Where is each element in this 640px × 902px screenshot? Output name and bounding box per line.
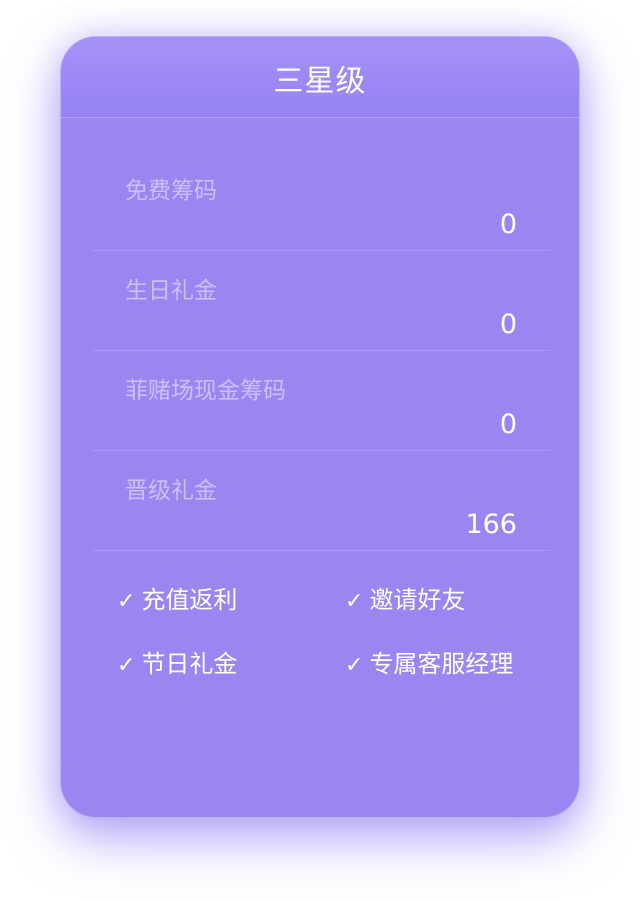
benefit-label: 专属客服经理 bbox=[369, 650, 514, 678]
reward-row-upgrade-bonus: 晋级礼金 166 bbox=[92, 451, 550, 551]
reward-label: 免费筹码 bbox=[125, 178, 217, 204]
vip-level-card: 三星级 免费筹码 0 生日礼金 0 菲赌场现金筹码 0 晋级礼金 166 ✓ 充值… bbox=[60, 36, 580, 818]
benefit-recharge-rebate: ✓ 充值返利 bbox=[117, 580, 237, 615]
reward-value: 0 bbox=[499, 209, 517, 240]
benefit-label: 邀请好友 bbox=[369, 586, 466, 614]
benefit-holiday-bonus: ✓ 节日礼金 bbox=[117, 644, 237, 679]
reward-row-birthday-bonus: 生日礼金 0 bbox=[92, 251, 550, 351]
reward-label: 菲赌场现金筹码 bbox=[125, 378, 286, 404]
reward-label: 生日礼金 bbox=[125, 278, 217, 304]
check-icon: ✓ bbox=[117, 589, 136, 614]
card-header: 三星级 bbox=[61, 37, 579, 118]
reward-value: 0 bbox=[499, 409, 517, 440]
reward-row-free-chips: 免费筹码 0 bbox=[92, 151, 550, 251]
level-title: 三星级 bbox=[273, 64, 367, 99]
reward-row-casino-cash-chips: 菲赌场现金筹码 0 bbox=[92, 351, 550, 451]
reward-value: 0 bbox=[499, 309, 517, 340]
benefit-dedicated-manager: ✓ 专属客服经理 bbox=[345, 644, 513, 679]
check-icon: ✓ bbox=[345, 653, 364, 678]
reward-list: 免费筹码 0 生日礼金 0 菲赌场现金筹码 0 晋级礼金 166 bbox=[92, 151, 550, 551]
benefit-invite-friends: ✓ 邀请好友 bbox=[345, 580, 465, 615]
reward-value: 166 bbox=[465, 509, 517, 540]
benefit-label: 节日礼金 bbox=[141, 650, 238, 678]
check-icon: ✓ bbox=[117, 653, 136, 678]
reward-label: 晋级礼金 bbox=[125, 478, 217, 504]
check-icon: ✓ bbox=[345, 589, 364, 614]
benefit-label: 充值返利 bbox=[141, 586, 238, 614]
